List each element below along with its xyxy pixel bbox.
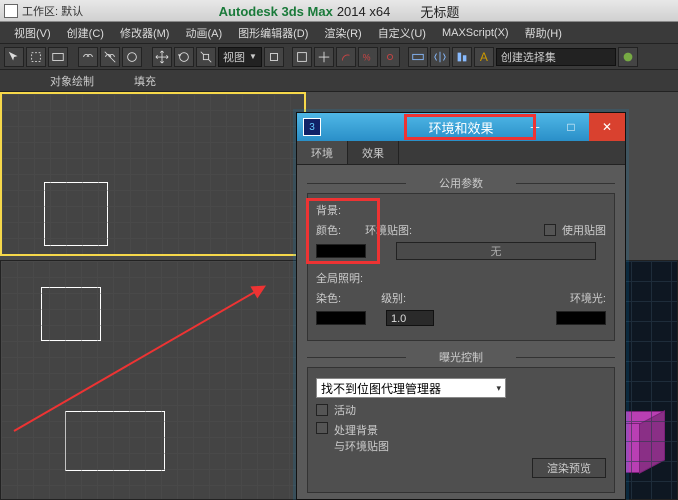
menu-graph[interactable]: 图形编辑器(D) [230,22,316,44]
close-button[interactable]: ✕ [589,113,625,141]
label-envmap: 环境贴图: [365,222,412,238]
swatch-ambient[interactable] [556,311,606,325]
material-icon[interactable] [618,47,638,67]
svg-text:%: % [363,52,371,62]
menu-maxscript[interactable]: MAXScript(X) [434,24,517,42]
dialog-titlebar[interactable]: 3 环境和效果 ─ □ ✕ [297,113,625,141]
angle-snap-icon[interactable] [336,47,356,67]
button-render-preview[interactable]: 渲染预览 [532,458,606,478]
menu-anim[interactable]: 动画(A) [177,22,230,44]
named-sel-icon[interactable] [408,47,428,67]
group-exposure: 找不到位图代理管理器▾ 活动 处理背景 与环境贴图 渲染预览 [307,367,615,493]
subbar-object-paint[interactable]: 对象绘制 [50,73,94,89]
mirror-icon[interactable] [430,47,450,67]
select-exposure-control[interactable]: 找不到位图代理管理器▾ [316,378,506,398]
link-icon[interactable] [78,47,98,67]
checkbox-active[interactable] [316,404,328,416]
minimize-button[interactable]: ─ [517,113,553,141]
layers-icon[interactable]: A [474,47,494,67]
menu-help[interactable]: 帮助(H) [517,22,570,44]
spinner-snap-icon[interactable] [380,47,400,67]
snap-toggle-icon[interactable] [314,47,334,67]
group-common: 背景: 颜色: 环境贴图: 使用贴图 无 全局照明: 染色: 级别: 环境光: [307,193,615,341]
ref-coord-dropdown[interactable]: 视图▼ [218,47,262,67]
select-set-dropdown[interactable]: 创建选择集 [496,48,616,66]
label-color: 颜色: [316,222,341,238]
label-active: 活动 [334,402,356,418]
cursor-icon[interactable] [4,47,24,67]
section-exposure: 曝光控制 [307,349,615,365]
button-envmap-none[interactable]: 无 [396,242,596,260]
tab-effects[interactable]: 效果 [348,141,399,164]
sel-filter-icon[interactable] [292,47,312,67]
label-level: 级别: [381,290,406,306]
menu-render[interactable]: 渲染(R) [316,22,369,44]
swatch-bg-color[interactable] [316,244,366,258]
dialog-tabs: 环境 效果 [297,141,625,165]
sub-toolbar: 对象绘制 填充 [0,70,678,92]
label-tint: 染色: [316,290,341,306]
label-background: 背景: [316,202,606,218]
label-process-bg: 处理背景 与环境贴图 [334,422,389,454]
label-global-illum: 全局照明: [316,270,606,286]
menu-view[interactable]: 视图(V) [6,22,59,44]
subbar-fill[interactable]: 填充 [134,73,156,89]
swatch-tint[interactable] [316,311,366,325]
main-toolbar: 视图▼ % A 创建选择集 [0,44,678,70]
label-ambient: 环境光: [570,290,606,306]
tab-environment[interactable]: 环境 [297,141,348,164]
scale-icon[interactable] [196,47,216,67]
spinner-level[interactable]: 1.0 [386,310,434,326]
select-rect2-icon[interactable] [48,47,68,67]
select-rect-icon[interactable] [26,47,46,67]
viewport-top-left[interactable] [0,92,306,256]
unlink-icon[interactable] [100,47,120,67]
menu-bar: 视图(V) 创建(C) 修改器(M) 动画(A) 图形编辑器(D) 渲染(R) … [0,22,678,44]
environment-dialog: 3 环境和效果 ─ □ ✕ 环境 效果 公用参数 背景: 颜色: 环境贴图: 使… [296,112,626,500]
pct-snap-icon[interactable]: % [358,47,378,67]
menu-create[interactable]: 创建(C) [59,22,112,44]
move-icon[interactable] [152,47,172,67]
align-icon[interactable] [452,47,472,67]
app-title: Autodesk 3ds Max2014 x64 无标题 [0,0,678,22]
checkbox-process-bg[interactable] [316,422,328,434]
pivot-icon[interactable] [264,47,284,67]
section-common-params: 公用参数 [307,175,615,191]
checkbox-usemap[interactable] [544,224,556,236]
bind-icon[interactable] [122,47,142,67]
maximize-button[interactable]: □ [553,113,589,141]
rotate-icon[interactable] [174,47,194,67]
label-usemap: 使用贴图 [562,222,606,238]
menu-modify[interactable]: 修改器(M) [112,22,178,44]
menu-customize[interactable]: 自定义(U) [370,22,434,44]
